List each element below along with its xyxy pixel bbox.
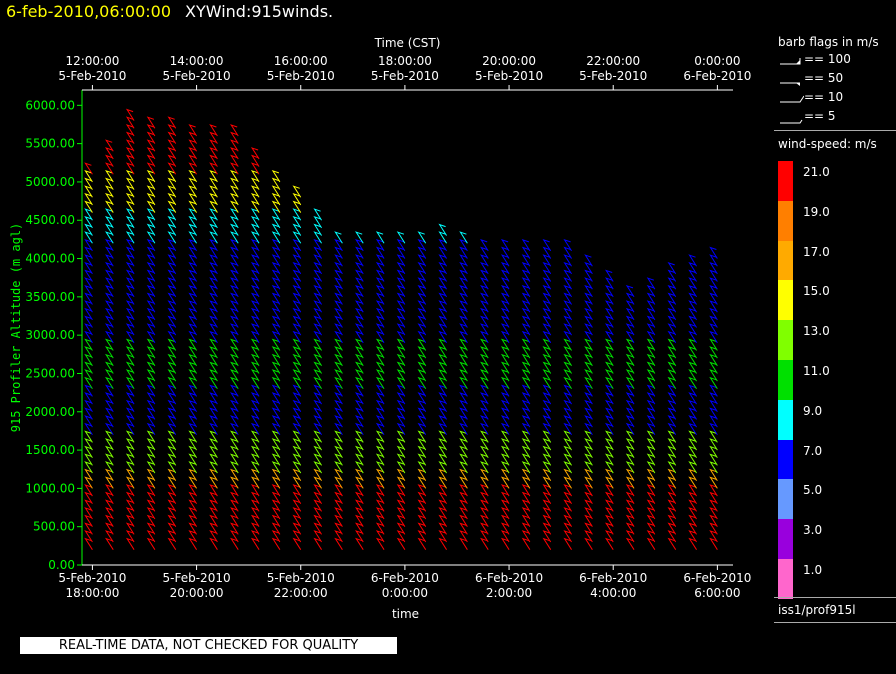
- x-top-tick-date: 5-Feb-2010: [579, 69, 647, 83]
- x-top-tick-date: 5-Feb-2010: [371, 69, 439, 83]
- x-top-tick-time: 22:00:00: [586, 54, 640, 68]
- speed-swatch-label: 7.0: [803, 443, 823, 458]
- x-tick-date: 6-Feb-2010: [371, 571, 439, 585]
- barb-flag-100-icon: [780, 58, 801, 65]
- barb-legend-50: == 50: [778, 71, 888, 89]
- x-tick-date: 5-Feb-2010: [163, 571, 231, 585]
- y-tick-label: 2500.00: [25, 366, 75, 380]
- speed-swatch: [778, 320, 793, 360]
- x-tick-time: 22:00:00: [274, 586, 328, 600]
- x-tick-time: 6:00:00: [694, 586, 740, 600]
- header-datetime: 6-feb-2010,06:00:00: [6, 2, 172, 21]
- x-top-tick-date: 5-Feb-2010: [163, 69, 231, 83]
- x-axis-top-label: Time (CST): [374, 36, 441, 50]
- y-tick-label: 6000.00: [25, 98, 75, 112]
- speed-swatch: [778, 559, 793, 599]
- source-divider-bottom: [774, 622, 896, 623]
- y-tick-label: 5500.00: [25, 137, 75, 151]
- barb-legend-title: barb flags in m/s: [778, 35, 879, 49]
- x-top-tick-date: 5-Feb-2010: [267, 69, 335, 83]
- x-top-tick-time: 0:00:00: [694, 54, 740, 68]
- speed-swatch: [778, 200, 793, 241]
- wind-barb-chart: 0.00 500.00 1000.00 1500.00 2000.00 2500.00 30…: [9, 36, 751, 621]
- x-tick-date: 6-Feb-2010: [683, 571, 751, 585]
- barb-legend-10: == 10: [778, 90, 888, 108]
- x-top-tick-time: 14:00:00: [170, 54, 224, 68]
- x-tick-date: 5-Feb-2010: [58, 571, 126, 585]
- x-tick-time: 0:00:00: [382, 586, 428, 600]
- barb-legend-5: == 5: [778, 109, 888, 127]
- speed-swatch: [778, 399, 793, 440]
- speed-swatch: [778, 519, 793, 559]
- x-tick-time: 18:00:00: [65, 586, 119, 600]
- speed-swatch-label: 5.0: [803, 483, 823, 498]
- x-top-tick-time: 16:00:00: [274, 54, 328, 68]
- barb-flag-10-icon: [780, 95, 805, 103]
- speed-swatch: [778, 280, 793, 321]
- qc-notice: REAL-TIME DATA, NOT CHECKED FOR QUALITY: [20, 637, 397, 654]
- y-tick-label: 2000.00: [25, 405, 75, 419]
- y-tick-label: 5000.00: [25, 175, 75, 189]
- x-top-tick-time: 12:00:00: [65, 54, 119, 68]
- y-axis-label: 915 Profiler Altitude (m agl): [9, 223, 23, 433]
- speed-swatch-label: 13.0: [803, 324, 830, 339]
- x-tick-date: 6-Feb-2010: [475, 571, 543, 585]
- speed-swatch-label: 21.0: [803, 165, 830, 179]
- x-top-tick-time: 20:00:00: [482, 54, 536, 68]
- x-top-tick-date: 5-Feb-2010: [58, 69, 126, 83]
- speed-swatch: [778, 360, 793, 400]
- x-tick-time: 4:00:00: [590, 586, 636, 600]
- speed-legend-title: wind-speed: m/s: [778, 137, 877, 151]
- speed-swatch-label: 17.0: [803, 244, 830, 259]
- y-tick-label: 4000.00: [25, 252, 75, 266]
- x-tick-time: 20:00:00: [170, 586, 224, 600]
- x-tick-date: 5-Feb-2010: [267, 571, 335, 585]
- speed-swatch-label: 15.0: [803, 284, 830, 299]
- speed-swatch-label: 3.0: [803, 523, 823, 538]
- x-top-tick-date: 6-Feb-2010: [683, 69, 751, 83]
- speed-swatch-label: 19.0: [803, 204, 830, 219]
- x-tick-time: 2:00:00: [486, 586, 532, 600]
- x-top-tick-time: 18:00:00: [378, 54, 432, 68]
- barb-flag-50-icon: [780, 82, 800, 86]
- barb-legend-100: == 100: [778, 52, 888, 70]
- x-axis-label: time: [392, 607, 419, 621]
- y-tick-label: 1500.00: [25, 443, 75, 457]
- source-divider: [774, 597, 896, 598]
- x-tick-date: 6-Feb-2010: [579, 571, 647, 585]
- legend-divider: [774, 130, 896, 131]
- y-tick-label: 1000.00: [25, 481, 75, 495]
- speed-swatch-label: 9.0: [803, 403, 823, 418]
- x-top-tick-date: 5-Feb-2010: [475, 69, 543, 83]
- speed-swatch: [778, 439, 793, 480]
- wind-barbs: [84, 108, 718, 550]
- y-tick-label: 3000.00: [25, 328, 75, 342]
- barb-flag-5-icon: [780, 119, 803, 124]
- source-label: iss1/prof915l: [778, 603, 856, 617]
- y-tick-label: 500.00: [33, 520, 75, 534]
- y-tick-label: 4500.00: [25, 213, 75, 227]
- speed-swatch-label: 11.0: [803, 364, 830, 378]
- y-tick-label: 3500.00: [25, 290, 75, 304]
- speed-swatch: [778, 240, 793, 281]
- header-title: XYWind:915winds.: [185, 2, 334, 21]
- y-tick-label: 0.00: [48, 558, 75, 572]
- speed-swatch-label: 1.0: [803, 563, 823, 577]
- speed-swatch: [778, 479, 793, 520]
- speed-swatch: [778, 161, 793, 201]
